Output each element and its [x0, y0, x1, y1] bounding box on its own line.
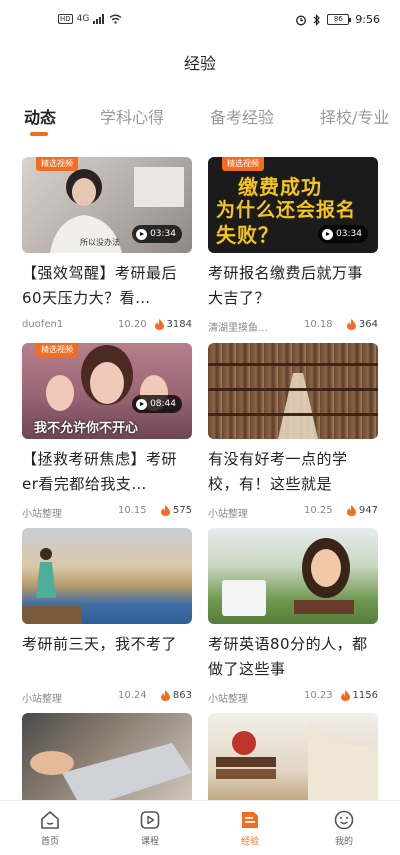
home-icon [41, 811, 59, 829]
tab-subject-experience[interactable]: 学科心得 [100, 104, 164, 128]
article-thumbnail[interactable] [208, 713, 378, 809]
author-name: 小站整理 [22, 694, 62, 705]
bottom-nav: 首页 课程 经验 我的 [0, 800, 400, 855]
flame-icon [160, 505, 170, 516]
video-thumbnail[interactable]: 精选视频 所以没办法 03:34 [22, 157, 192, 253]
video-duration: 08:44 [132, 395, 182, 413]
view-count-text: 575 [172, 505, 192, 516]
card-meta: 小站整理 10.23 1156 [208, 690, 378, 705]
post-date: 10.25 [304, 505, 333, 516]
thumbnail-headline: 为什么还会报名 [216, 199, 357, 221]
post-date: 10.24 [118, 690, 147, 701]
network-label: 4G [76, 14, 90, 24]
page-title: 经验 [183, 54, 216, 73]
play-icon [140, 811, 160, 829]
card-title[interactable]: 考研前三天，我不考了 [22, 632, 192, 682]
card-meta: 小站整理 10.25 947 [208, 505, 378, 520]
author-name: 小站整理 [208, 509, 248, 520]
card-title[interactable]: 【强效驾醒】考研最后60天压力大？看… [22, 261, 192, 311]
view-count-text: 1156 [352, 690, 378, 701]
play-icon [136, 398, 148, 410]
thumbnail-caption: 所以没办法 [80, 238, 120, 247]
tab-exam-prep-experience[interactable]: 备考经验 [210, 104, 274, 128]
smile-icon [334, 810, 354, 830]
battery-icon: 86 [327, 14, 352, 25]
nav-label: 课程 [140, 837, 159, 847]
post-date: 10.15 [118, 505, 147, 516]
view-count: 863 [160, 690, 192, 701]
view-count-text: 863 [172, 690, 192, 701]
author-name: 清湖里摸鱼… [208, 323, 268, 334]
hd-badge: HD [58, 14, 73, 24]
nav-experience[interactable]: 经验 [220, 809, 280, 847]
video-thumbnail[interactable]: 精选视频 缴费成功 为什么还会报名 失败？ 03:34 [208, 157, 378, 253]
play-icon [136, 228, 148, 240]
status-left: HD 4G [58, 14, 122, 24]
notes-icon [242, 812, 258, 828]
nav-label: 经验 [240, 837, 259, 847]
author-name: 小站整理 [22, 509, 62, 520]
duration-text: 03:34 [150, 229, 176, 239]
article-thumbnail[interactable] [208, 343, 378, 439]
video-duration: 03:34 [318, 225, 368, 243]
article-thumbnail[interactable] [22, 528, 192, 624]
view-count: 364 [346, 319, 378, 330]
view-count: 947 [346, 505, 378, 516]
view-count-text: 3184 [166, 319, 192, 330]
nav-label: 我的 [334, 837, 353, 847]
flame-icon [154, 319, 164, 330]
duration-text: 03:34 [336, 229, 362, 239]
video-thumbnail[interactable]: 精选视频 我不允许你不开心 08:44 [22, 343, 192, 439]
bluetooth-icon [313, 13, 321, 26]
flame-icon [340, 690, 350, 701]
card-title[interactable]: 考研英语80分的人，都做了这些事 [208, 632, 378, 682]
post-date: 10.18 [304, 319, 333, 330]
view-count: 575 [160, 505, 192, 516]
view-count: 3184 [154, 319, 192, 330]
tab-bar: 动态 学科心得 备考经验 择校/专业 [0, 104, 400, 138]
card-meta: duofen1 10.20 3184 [22, 319, 192, 333]
card-title[interactable]: 有没有好考一点的学校，有！这些就是 [208, 447, 378, 497]
card-meta: 清湖里摸鱼… 10.18 364 [208, 319, 378, 334]
card-meta: 小站整理 10.24 863 [22, 690, 192, 705]
nav-home[interactable]: 首页 [20, 809, 80, 847]
wifi-icon [109, 14, 122, 24]
alarm-icon [296, 15, 307, 25]
author-name: 小站整理 [208, 694, 248, 705]
post-date: 10.23 [304, 690, 333, 701]
nav-label: 首页 [40, 837, 59, 847]
thumbnail-caption: 我不允许你不开心 [34, 421, 139, 436]
article-thumbnail[interactable] [208, 528, 378, 624]
nav-courses[interactable]: 课程 [120, 809, 180, 847]
play-icon [322, 228, 334, 240]
video-duration: 03:34 [132, 225, 182, 243]
flame-icon [160, 690, 170, 701]
tab-school-major[interactable]: 择校/专业 [320, 104, 389, 128]
signal-icon [93, 14, 105, 24]
flame-icon [346, 505, 356, 516]
clock: 9:56 [355, 13, 380, 26]
flame-icon [346, 319, 356, 330]
article-thumbnail[interactable] [22, 713, 192, 809]
featured-video-badge: 精选视频 [222, 157, 264, 171]
card-title[interactable]: 考研报名缴费后就万事大吉了？ [208, 261, 378, 311]
duration-text: 08:44 [150, 399, 176, 409]
nav-profile[interactable]: 我的 [314, 809, 374, 847]
featured-video-badge: 精选视频 [36, 157, 78, 171]
post-date: 10.20 [118, 319, 147, 330]
view-count-text: 364 [358, 319, 378, 330]
card-meta: 小站整理 10.15 575 [22, 505, 192, 520]
card-title[interactable]: 【拯救考研焦虑】考研er看完都给我支… [22, 447, 192, 497]
view-count-text: 947 [358, 505, 378, 516]
author-name: duofen1 [22, 319, 64, 330]
view-count: 1156 [340, 690, 378, 701]
tab-dynamic[interactable]: 动态 [24, 104, 56, 128]
featured-video-badge: 精选视频 [36, 343, 78, 357]
status-bar: HD 4G 86 9:56 [0, 0, 400, 40]
status-right: 86 9:56 [295, 13, 380, 26]
tab-indicator [30, 132, 48, 136]
